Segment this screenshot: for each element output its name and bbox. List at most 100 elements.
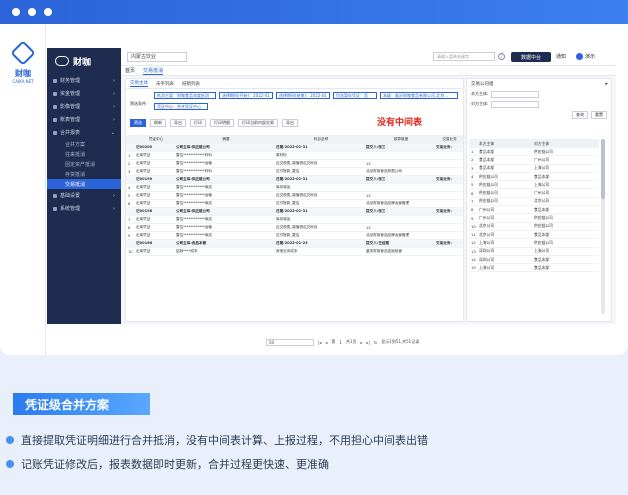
export-button[interactable]: 导出: [170, 119, 186, 127]
table-row[interactable]: 10 北京公司 供应链公司: [469, 223, 599, 231]
export-2-button[interactable]: 导出: [282, 119, 298, 127]
subtab-unmatched[interactable]: 未平列表: [156, 81, 174, 87]
tab-transaction-offset[interactable]: 交易抵消: [143, 67, 164, 75]
sidebar-item-images[interactable]: 影像管理 ›: [47, 100, 121, 113]
notice-link[interactable]: 通知: [556, 53, 566, 60]
sidebar-item-consolidation[interactable]: 合并报表 ⌄: [47, 126, 121, 139]
table-row[interactable]: 11 北京公司 食品本部: [469, 231, 599, 240]
scrollbar-thumb[interactable]: [601, 139, 605, 199]
sidebar-subitem[interactable]: 往来抵消: [47, 149, 121, 159]
sidebar-brand-text: 财咖: [73, 57, 92, 68]
table-row[interactable]: 6 出库凭证 暂估************商品 应付账款_暂估 北京财咖食品品牌运营管理: [126, 200, 463, 208]
filter-tag[interactable]: 本级：临沂财咖食品有限公司,北京...: [380, 92, 458, 99]
table-cell: 提交人:张三: [366, 177, 386, 181]
subtab-offset-list[interactable]: 抵销列表: [182, 81, 200, 87]
filter-tag[interactable]: 抵消方案：财咖食品年度抵消: [154, 92, 216, 99]
filter-tag[interactable]: 选择期间(结束)：2022-01: [276, 92, 330, 99]
table-row[interactable]: 15 上海公司 食品本部: [469, 264, 599, 273]
table-row[interactable]: 14 深圳公司 食品本部: [469, 256, 599, 265]
sidebar-item-system[interactable]: 系统管理 ›: [47, 202, 121, 215]
window-dot-icon[interactable]: [28, 8, 36, 16]
data-center-button[interactable]: 数据中台: [511, 52, 551, 62]
table-row[interactable]: 2 出库凭证 暂估************运输 应交税费_增值税应交科目 13: [126, 160, 463, 168]
filter-tag[interactable]: 凭证中心：合并凭证中心: [154, 103, 208, 110]
total-pages: 共1页: [345, 339, 357, 344]
subtab-entity[interactable]: 交易主体: [130, 80, 148, 87]
last-page-icon[interactable]: ▸|: [366, 340, 369, 345]
menu-search-input[interactable]: 请输入菜单关键字: [433, 52, 495, 61]
table-row[interactable]: 7 出库凭证 暂估************商品 库存商品: [126, 216, 463, 224]
query-button[interactable]: 查询: [572, 111, 588, 119]
table-row[interactable]: 9 出库凭证 暂估************商品 应付账款_暂估 北京财咖食品品牌运营管理: [126, 232, 463, 240]
prev-page-icon[interactable]: ◂: [325, 340, 327, 345]
scrollbar[interactable]: [601, 139, 605, 314]
sidebar-subitem-active[interactable]: 交易抵消: [47, 179, 121, 189]
table-row[interactable]: 8 广州公司 食品本部: [469, 206, 599, 215]
table-row[interactable]: 7 供应链公司 北京公司: [469, 198, 599, 207]
table-row[interactable]: 5 供应链公司 上海公司: [469, 181, 599, 190]
table-row[interactable]: 1 出库凭证 暂估************材料 原材料: [126, 152, 463, 160]
window-dot-icon[interactable]: [44, 8, 52, 16]
table-cell: 13: [471, 248, 476, 254]
sidebar-item-finance[interactable]: 财务管理 ›: [47, 74, 121, 87]
print-detail-button[interactable]: 打印明细: [210, 119, 234, 127]
table-row[interactable]: 13 深圳公司 上海公司: [469, 248, 599, 256]
table-cell: 6: [128, 201, 131, 206]
table-row[interactable]: 3 食品本部 上海公司: [469, 165, 599, 173]
table-row[interactable]: 2 食品本部 广州公司: [469, 156, 599, 165]
voucher-group-row[interactable]: 记00200 公司主体:供应链公司 日期:2022-01-31 提交人:张三 交易业务:: [126, 144, 463, 152]
page-size-select[interactable]: 50: [266, 338, 314, 346]
table-row[interactable]: 3 出库凭证 暂估************材料 应付账款_暂估 北京财咖食品有限公司: [126, 168, 463, 176]
refresh-button[interactable]: 刷新: [150, 119, 166, 127]
table-cell: 记00199: [136, 177, 153, 181]
help-icon[interactable]: ?: [498, 53, 505, 60]
filter-tag[interactable]: 选择期间(开始)：2022-01: [219, 92, 273, 99]
tab-home[interactable]: 首页: [125, 67, 135, 74]
table-row[interactable]: 12 上海公司 供应链公司: [469, 239, 599, 248]
table-row[interactable]: 5 出库凭证 暂估************运输 应交税费_增值税应交科目 13: [126, 192, 463, 200]
table-cell: 12: [471, 240, 476, 246]
table-cell: 提交人:王经理: [366, 241, 389, 245]
table-cell: 应交税费_增值税应交科目: [276, 161, 318, 165]
print-button[interactable]: 打印: [190, 119, 206, 127]
menu-icon: [53, 117, 57, 122]
action-bar: 筛选 刷新 导出 打印 打印明细 打印当前内部交易 导出 没有中间表: [126, 117, 463, 129]
table-row[interactable]: 9 广州公司 供应链公司: [469, 214, 599, 223]
reset-button[interactable]: 重置: [591, 111, 607, 119]
table-row[interactable]: 4 出库凭证 暂估************商品 库存商品: [126, 184, 463, 192]
sidebar-subitem[interactable]: 存货抵消: [47, 169, 121, 179]
table-cell: 食品本部: [479, 156, 495, 162]
sidebar-item-label: 财务管理: [60, 78, 81, 84]
table-cell: 结转****成本: [176, 249, 198, 253]
table-row[interactable]: 6 供应链公司 广州公司: [469, 189, 599, 198]
page-number[interactable]: 1: [339, 340, 342, 345]
table-row[interactable]: 4 供应链公司 食品本部: [469, 173, 599, 182]
window-dot-icon[interactable]: [12, 8, 20, 16]
sidebar-subitem[interactable]: 合并方案: [47, 139, 121, 149]
filter-button[interactable]: 筛选: [130, 119, 146, 127]
voucher-group-row[interactable]: 记00199 公司主体:供应链公司 日期:2022-01-31 提交人:张三 交易业务:: [126, 176, 463, 184]
self-entity-input[interactable]: [491, 90, 540, 98]
first-page-icon[interactable]: |◂: [318, 340, 321, 345]
company-select[interactable]: 内蒙古饮业: [127, 51, 187, 62]
table-cell: 深圳公司: [479, 248, 495, 254]
voucher-group-row[interactable]: 记00198 公司主体:供应链公司 日期:2022-01-31 提交人:张三 交易业务:: [126, 208, 463, 216]
right-panel: 交易公司组 ▸ 本方主体: 对方主体: 查询 重置 本方主体 对方主体 1 食品本部…: [466, 78, 612, 322]
sidebar-subitem[interactable]: 固定资产抵消: [47, 159, 121, 169]
sidebar-item-funds[interactable]: 资金管理 ›: [47, 87, 121, 100]
filter-tag[interactable]: 包含暂存凭证：否: [333, 92, 377, 99]
table-row[interactable]: 10 出库凭证 结转****成本 其他业务成本 重庆财咖食品连锁经营: [126, 248, 463, 256]
user-menu[interactable]: 演示: [576, 53, 595, 60]
table-row[interactable]: 1 食品本部 供应链公司: [469, 148, 599, 157]
print-internal-button[interactable]: 打印当前内部交易: [238, 119, 278, 127]
other-entity-input[interactable]: [491, 100, 540, 108]
sidebar-item-settings[interactable]: 基础设置 ›: [47, 189, 121, 202]
next-page-icon[interactable]: ▸: [360, 340, 362, 345]
voucher-group-row[interactable]: 记00166 公司主体:食品本部 日期:2022-01-23 提交人:王经理 交易业务:: [126, 240, 463, 248]
collapse-icon[interactable]: ▸: [605, 81, 608, 87]
table-cell: 应交税费_增值税应交科目: [276, 225, 318, 229]
table-row[interactable]: 8 出库凭证 暂估************运输 应交税费_增值税应交科目 13: [126, 224, 463, 232]
sidebar-item-reports[interactable]: 账表管理 ›: [47, 113, 121, 126]
table-cell: 2: [471, 157, 474, 163]
refresh-icon[interactable]: ↻: [374, 340, 377, 345]
